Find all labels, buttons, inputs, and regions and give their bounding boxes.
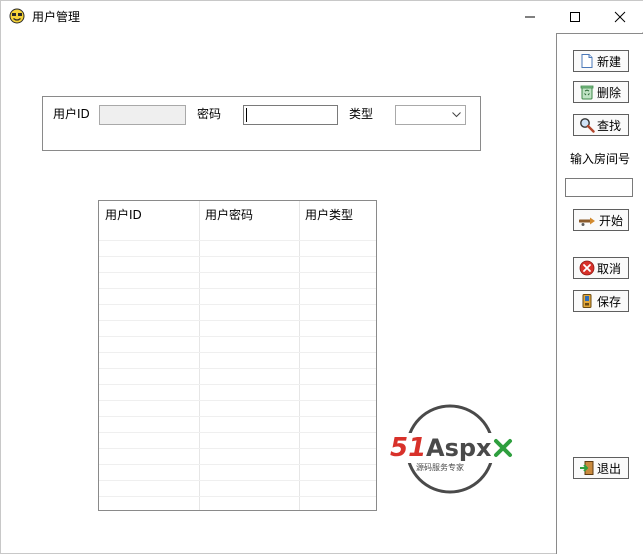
search-button-label: 查找 — [597, 118, 622, 133]
grid-row-line — [99, 416, 376, 417]
minimize-icon — [525, 16, 535, 17]
new-button[interactable]: 新建 — [573, 50, 629, 72]
grid-row-line — [99, 432, 376, 433]
save-button-label: 保存 — [597, 294, 622, 309]
start-arrow-icon — [579, 217, 595, 226]
search-button[interactable]: 查找 — [573, 114, 629, 136]
window-title: 用户管理 — [32, 10, 81, 24]
grid-row-line — [99, 272, 376, 273]
svg-text:Aspx: Aspx — [426, 434, 492, 462]
user-id-label: 用户ID — [53, 107, 90, 121]
grid-row-line — [99, 256, 376, 257]
type-select[interactable] — [395, 105, 466, 125]
grid-row-line — [99, 448, 376, 449]
password-label: 密码 — [197, 107, 222, 121]
cancel-button[interactable]: 取消 — [573, 257, 629, 279]
new-document-icon — [581, 54, 593, 68]
title-bar: 用户管理 — [1, 1, 643, 32]
grid-row-line — [99, 496, 376, 497]
cancel-button-label: 取消 — [597, 261, 622, 276]
brand-logo-icon: 51 Aspx 源码服务专家 — [388, 404, 514, 494]
chevron-down-icon — [452, 112, 461, 118]
user-grid[interactable]: 用户ID 用户密码 用户类型 — [98, 200, 377, 511]
room-number-input[interactable] — [565, 178, 633, 197]
room-number-label: 输入房间号 — [570, 152, 631, 166]
maximize-button[interactable] — [552, 1, 598, 32]
grid-row-line — [99, 400, 376, 401]
recycle-delete-icon — [580, 85, 594, 100]
password-input[interactable] — [243, 105, 338, 125]
minimize-button[interactable] — [507, 1, 553, 32]
grid-row-line — [99, 480, 376, 481]
grid-row-line — [99, 336, 376, 337]
column-header-type[interactable]: 用户类型 — [305, 206, 353, 223]
exit-button-label: 退出 — [597, 461, 622, 476]
svg-text:51: 51 — [390, 433, 426, 463]
app-window: 用户管理 用户ID 密码 类型 用户ID 用户密码 用户类型 新建 删除 查找 … — [0, 0, 643, 554]
grid-row-line — [99, 368, 376, 369]
column-header-user-id[interactable]: 用户ID — [105, 206, 142, 223]
start-button-label: 开始 — [599, 213, 624, 228]
grid-row-line — [99, 384, 376, 385]
maximize-icon — [570, 11, 580, 22]
new-button-label: 新建 — [597, 54, 622, 69]
grid-row-line — [99, 352, 376, 353]
svg-text:源码服务专家: 源码服务专家 — [416, 462, 464, 472]
save-button[interactable]: 保存 — [573, 290, 629, 312]
close-icon — [614, 11, 626, 22]
grid-row-line — [99, 304, 376, 305]
grid-row-line — [99, 240, 376, 241]
type-label: 类型 — [349, 107, 374, 121]
smiley-app-icon — [9, 8, 25, 24]
text-caret — [246, 108, 247, 122]
close-button[interactable] — [597, 1, 643, 32]
grid-row-line — [99, 320, 376, 321]
grid-row-line — [99, 288, 376, 289]
exit-door-icon — [580, 461, 594, 475]
cancel-x-icon — [579, 260, 595, 276]
search-magnifier-icon — [580, 118, 595, 133]
delete-button-label: 删除 — [597, 85, 622, 100]
start-button[interactable]: 开始 — [573, 209, 629, 231]
save-disk-icon — [582, 294, 592, 308]
brand-watermark: 51 Aspx 源码服务专家 — [388, 403, 514, 495]
user-id-input[interactable] — [99, 105, 186, 125]
grid-row-line — [99, 464, 376, 465]
exit-button[interactable]: 退出 — [573, 457, 629, 479]
column-header-password[interactable]: 用户密码 — [205, 206, 253, 223]
delete-button[interactable]: 删除 — [573, 81, 629, 103]
